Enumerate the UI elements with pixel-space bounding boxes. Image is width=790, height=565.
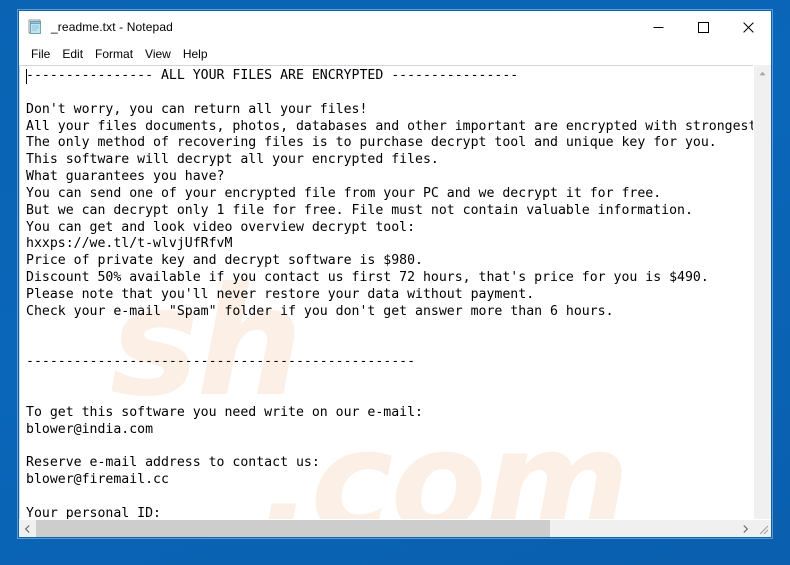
editor-region: sh .com ---------------- ALL YOUR FILES … [19,64,771,519]
vertical-scrollbar[interactable] [753,65,771,519]
maximize-icon [698,21,709,33]
notepad-window: _readme.txt - Notepad File Edit Format V… [18,10,772,538]
scroll-up-arrow-icon [759,71,766,76]
desktop-background: _readme.txt - Notepad File Edit Format V… [0,0,790,565]
horizontal-scroll-thumb[interactable] [36,520,550,537]
menu-item-help[interactable]: Help [177,45,214,63]
close-button[interactable] [726,11,771,43]
close-icon [743,21,754,33]
horizontal-scroll-track[interactable] [36,520,737,537]
menu-item-view[interactable]: View [139,45,177,63]
scroll-left-button[interactable] [19,520,36,537]
scroll-left-arrow-icon [25,524,30,533]
ransom-note-text[interactable]: ---------------- ALL YOUR FILES ARE ENCR… [20,66,753,519]
window-title: _readme.txt - Notepad [51,20,173,34]
scroll-right-arrow-icon [743,524,748,533]
minimize-button[interactable] [636,11,681,43]
minimize-icon [653,26,664,28]
maximize-button[interactable] [681,11,726,43]
notepad-document-icon [27,19,43,35]
horizontal-scrollbar[interactable] [19,519,771,537]
text-caret [26,69,27,84]
scroll-up-button[interactable] [754,65,771,82]
menu-item-edit[interactable]: Edit [56,45,89,63]
scroll-right-button[interactable] [737,520,754,537]
window-controls [636,11,771,43]
menu-bar: File Edit Format View Help [19,43,771,64]
window-resize-grip[interactable] [754,520,771,537]
text-editor[interactable]: sh .com ---------------- ALL YOUR FILES … [19,65,753,519]
menu-item-file[interactable]: File [25,45,56,63]
menu-item-format[interactable]: Format [89,45,139,63]
title-bar[interactable]: _readme.txt - Notepad [19,11,771,43]
vertical-scroll-track[interactable] [754,82,771,519]
